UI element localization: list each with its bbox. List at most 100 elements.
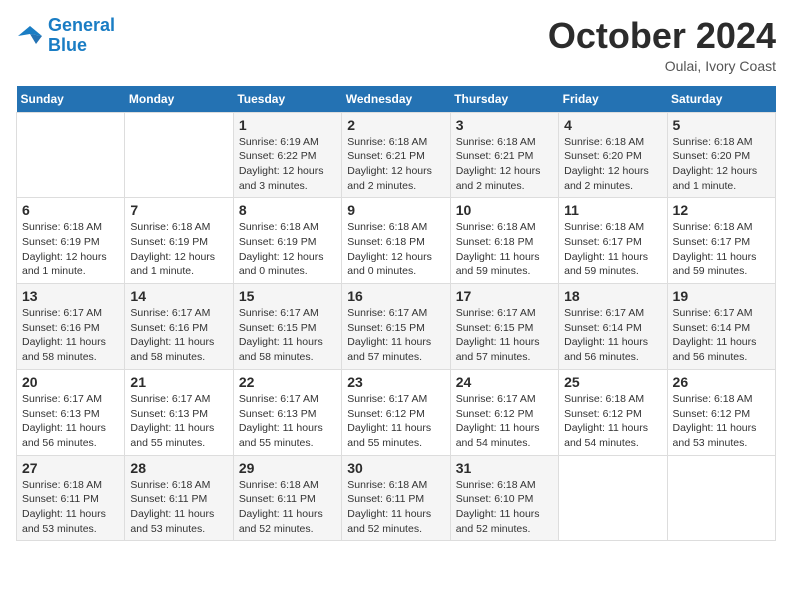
day-info: Sunrise: 6:17 AMSunset: 6:13 PMDaylight:… [239,392,336,451]
day-info: Sunrise: 6:18 AMSunset: 6:20 PMDaylight:… [673,135,770,194]
calendar-week-3: 13Sunrise: 6:17 AMSunset: 6:16 PMDayligh… [17,284,776,370]
day-number: 15 [239,288,336,304]
day-number: 20 [22,374,119,390]
day-number: 5 [673,117,770,133]
calendar-cell: 21 Sunrise: 6:17 AMSunset: 6:13 PMDayligh… [125,369,233,455]
day-info: Sunrise: 6:18 AMSunset: 6:21 PMDaylight:… [347,135,444,194]
day-number: 7 [130,202,227,218]
calendar-cell: 4Sunrise: 6:18 AMSunset: 6:20 PMDaylight… [559,112,667,198]
calendar-cell: 14Sunrise: 6:17 AMSunset: 6:16 PMDayligh… [125,284,233,370]
calendar-cell: 17 Sunrise: 6:17 AMSunset: 6:15 PMDayligh… [450,284,558,370]
logo-text: General Blue [48,16,115,56]
day-number: 16 [347,288,444,304]
day-info: Sunrise: 6:19 AMSunset: 6:22 PMDaylight:… [239,135,336,194]
day-info: Sunrise: 6:17 AMSunset: 6:14 PMDaylight:… [564,306,661,365]
calendar-cell: 22 Sunrise: 6:17 AMSunset: 6:13 PMDayligh… [233,369,341,455]
day-number: 24 [456,374,553,390]
day-number: 17 [456,288,553,304]
day-info: Sunrise: 6:17 AMSunset: 6:15 PMDaylight:… [456,306,553,365]
day-info: Sunrise: 6:17 AMSunset: 6:15 PMDaylight:… [347,306,444,365]
calendar-week-1: 1 Sunrise: 6:19 AMSunset: 6:22 PMDaylight… [17,112,776,198]
day-info: Sunrise: 6:17 AMSunset: 6:14 PMDaylight:… [673,306,770,365]
calendar-cell: 19Sunrise: 6:17 AMSunset: 6:14 PMDayligh… [667,284,775,370]
day-number: 1 [239,117,336,133]
day-info: Sunrise: 6:18 AMSunset: 6:17 PMDaylight:… [564,220,661,279]
day-info: Sunrise: 6:17 AMSunset: 6:16 PMDaylight:… [22,306,119,365]
day-number: 30 [347,460,444,476]
day-info: Sunrise: 6:17 AMSunset: 6:13 PMDaylight:… [22,392,119,451]
day-info: Sunrise: 6:18 AMSunset: 6:21 PMDaylight:… [456,135,553,194]
calendar-cell: 5 Sunrise: 6:18 AMSunset: 6:20 PMDaylight… [667,112,775,198]
calendar-cell: 10 Sunrise: 6:18 AMSunset: 6:18 PMDayligh… [450,198,558,284]
calendar-week-2: 6 Sunrise: 6:18 AMSunset: 6:19 PMDaylight… [17,198,776,284]
calendar-cell: 24 Sunrise: 6:17 AMSunset: 6:12 PMDayligh… [450,369,558,455]
day-number: 18 [564,288,661,304]
col-header-friday: Friday [559,86,667,113]
calendar-cell: 13Sunrise: 6:17 AMSunset: 6:16 PMDayligh… [17,284,125,370]
day-number: 9 [347,202,444,218]
day-info: Sunrise: 6:18 AMSunset: 6:11 PMDaylight:… [130,478,227,537]
calendar-cell: 11Sunrise: 6:18 AMSunset: 6:17 PMDayligh… [559,198,667,284]
calendar-cell: 23 Sunrise: 6:17 AMSunset: 6:12 PMDayligh… [342,369,450,455]
day-number: 4 [564,117,661,133]
calendar-cell [559,455,667,541]
col-header-thursday: Thursday [450,86,558,113]
calendar-cell: 12 Sunrise: 6:18 AMSunset: 6:17 PMDayligh… [667,198,775,284]
month-title: October 2024 [548,16,776,56]
day-info: Sunrise: 6:17 AMSunset: 6:12 PMDaylight:… [347,392,444,451]
calendar-table: SundayMondayTuesdayWednesdayThursdayFrid… [16,86,776,542]
calendar-cell: 3Sunrise: 6:18 AMSunset: 6:21 PMDaylight… [450,112,558,198]
day-info: Sunrise: 6:18 AMSunset: 6:19 PMDaylight:… [22,220,119,279]
day-info: Sunrise: 6:18 AMSunset: 6:18 PMDaylight:… [456,220,553,279]
day-info: Sunrise: 6:18 AMSunset: 6:18 PMDaylight:… [347,220,444,279]
day-info: Sunrise: 6:18 AMSunset: 6:12 PMDaylight:… [673,392,770,451]
calendar-cell: 30 Sunrise: 6:18 AMSunset: 6:11 PMDayligh… [342,455,450,541]
calendar-cell: 15 Sunrise: 6:17 AMSunset: 6:15 PMDayligh… [233,284,341,370]
day-number: 6 [22,202,119,218]
calendar-cell [125,112,233,198]
day-number: 28 [130,460,227,476]
day-info: Sunrise: 6:17 AMSunset: 6:12 PMDaylight:… [456,392,553,451]
calendar-cell: 26 Sunrise: 6:18 AMSunset: 6:12 PMDayligh… [667,369,775,455]
day-number: 21 [130,374,227,390]
day-info: Sunrise: 6:18 AMSunset: 6:12 PMDaylight:… [564,392,661,451]
calendar-week-5: 27 Sunrise: 6:18 AMSunset: 6:11 PMDayligh… [17,455,776,541]
day-info: Sunrise: 6:17 AMSunset: 6:15 PMDaylight:… [239,306,336,365]
day-number: 25 [564,374,661,390]
calendar-cell: 2 Sunrise: 6:18 AMSunset: 6:21 PMDaylight… [342,112,450,198]
calendar-cell [17,112,125,198]
logo: General Blue [16,16,115,56]
day-info: Sunrise: 6:18 AMSunset: 6:19 PMDaylight:… [130,220,227,279]
calendar-cell: 16 Sunrise: 6:17 AMSunset: 6:15 PMDayligh… [342,284,450,370]
day-info: Sunrise: 6:18 AMSunset: 6:10 PMDaylight:… [456,478,553,537]
day-number: 29 [239,460,336,476]
day-number: 12 [673,202,770,218]
day-number: 23 [347,374,444,390]
day-number: 22 [239,374,336,390]
day-info: Sunrise: 6:18 AMSunset: 6:11 PMDaylight:… [347,478,444,537]
day-info: Sunrise: 6:18 AMSunset: 6:11 PMDaylight:… [22,478,119,537]
calendar-week-4: 20 Sunrise: 6:17 AMSunset: 6:13 PMDayligh… [17,369,776,455]
location-subtitle: Oulai, Ivory Coast [548,58,776,74]
calendar-cell: 29Sunrise: 6:18 AMSunset: 6:11 PMDayligh… [233,455,341,541]
day-info: Sunrise: 6:18 AMSunset: 6:17 PMDaylight:… [673,220,770,279]
logo-icon [16,22,44,50]
day-info: Sunrise: 6:18 AMSunset: 6:19 PMDaylight:… [239,220,336,279]
day-number: 27 [22,460,119,476]
calendar-cell: 25 Sunrise: 6:18 AMSunset: 6:12 PMDayligh… [559,369,667,455]
page-header: General Blue October 2024 Oulai, Ivory C… [16,16,776,74]
calendar-cell: 31Sunrise: 6:18 AMSunset: 6:10 PMDayligh… [450,455,558,541]
col-header-tuesday: Tuesday [233,86,341,113]
day-number: 26 [673,374,770,390]
calendar-cell: 6 Sunrise: 6:18 AMSunset: 6:19 PMDaylight… [17,198,125,284]
calendar-cell: 7 Sunrise: 6:18 AMSunset: 6:19 PMDaylight… [125,198,233,284]
col-header-sunday: Sunday [17,86,125,113]
col-header-saturday: Saturday [667,86,775,113]
day-number: 2 [347,117,444,133]
calendar-cell [667,455,775,541]
calendar-cell: 8Sunrise: 6:18 AMSunset: 6:19 PMDaylight… [233,198,341,284]
day-number: 10 [456,202,553,218]
col-header-wednesday: Wednesday [342,86,450,113]
day-info: Sunrise: 6:17 AMSunset: 6:13 PMDaylight:… [130,392,227,451]
title-block: October 2024 Oulai, Ivory Coast [548,16,776,74]
